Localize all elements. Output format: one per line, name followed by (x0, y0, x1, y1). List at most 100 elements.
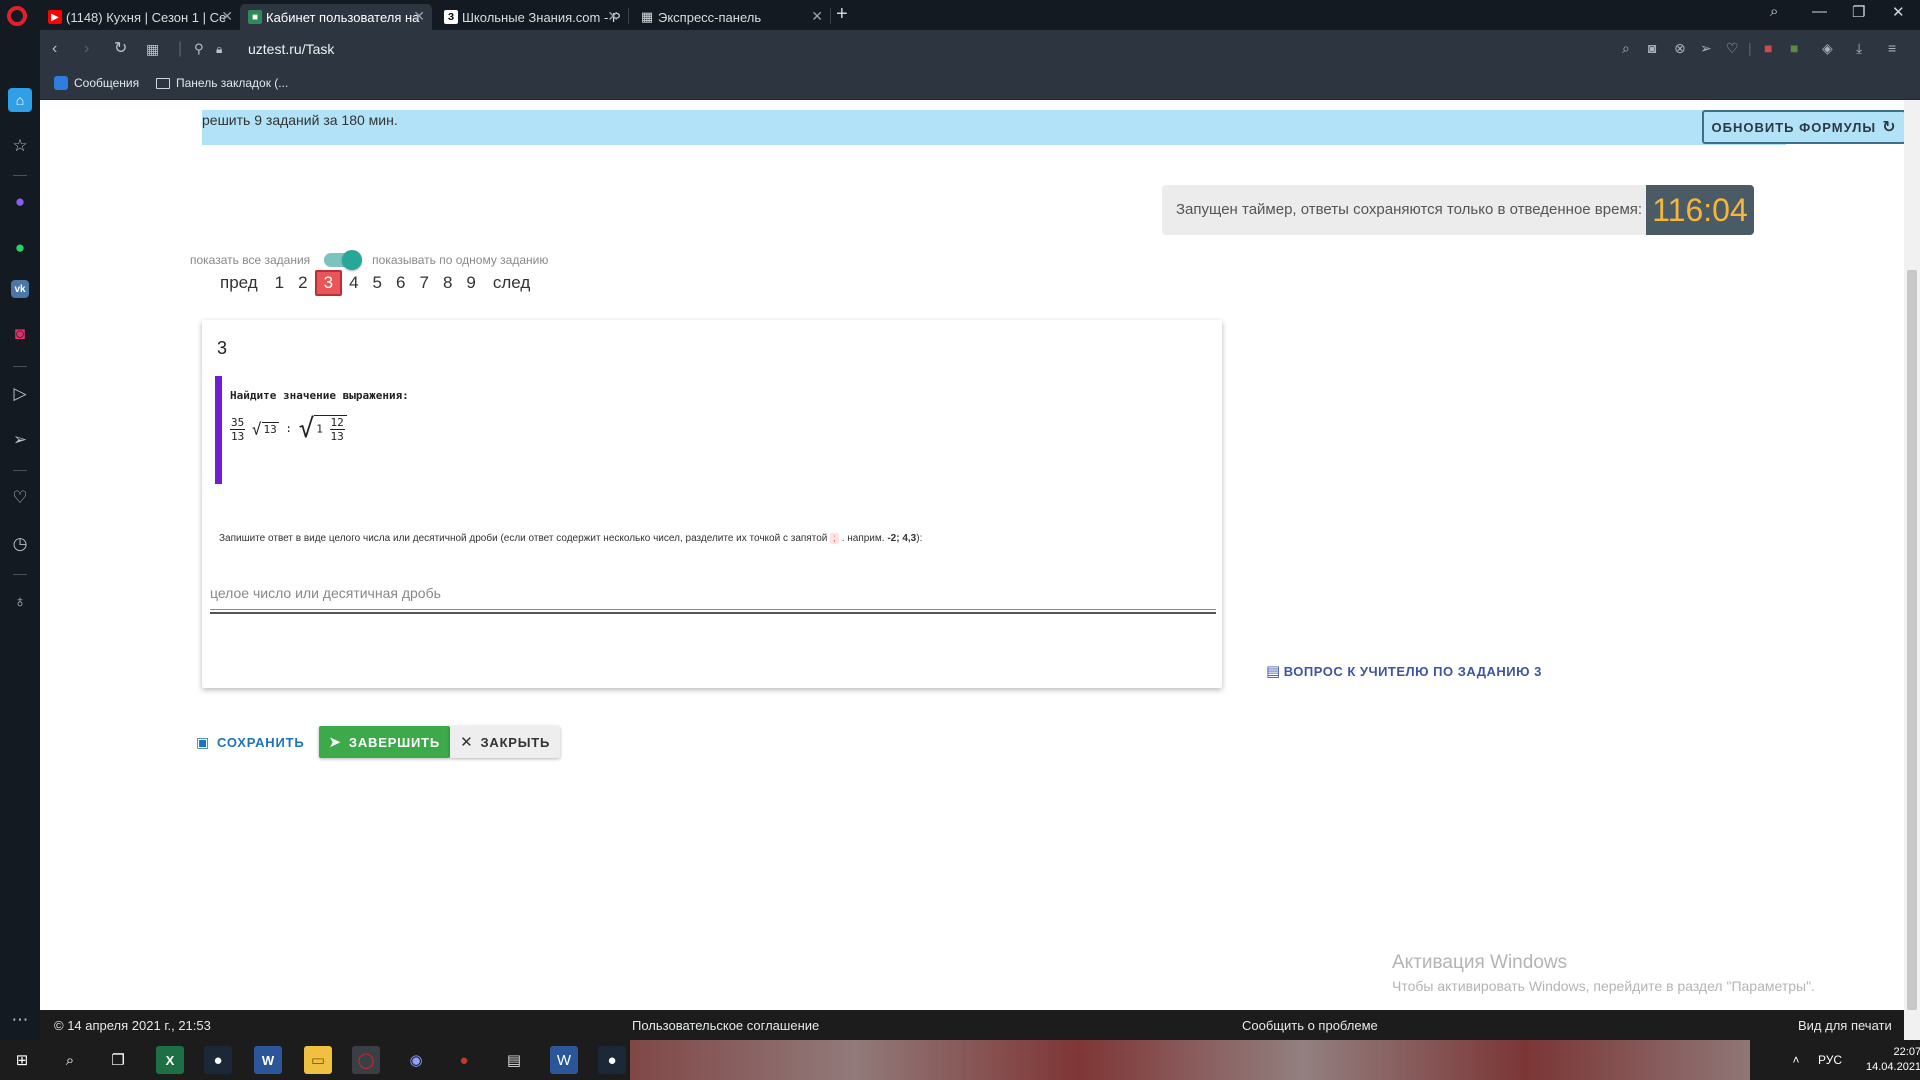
site-info-icon[interactable]: ⚲ (194, 39, 204, 59)
tab-uztest[interactable]: ■ Кабинет пользователя на ✕ (240, 4, 432, 30)
fraction: 12 13 (329, 416, 345, 443)
address-bar[interactable]: uztest.ru/Task (248, 41, 334, 57)
app-icon[interactable]: ▤ (500, 1046, 528, 1074)
download-icon[interactable]: ⤓ (1856, 40, 1862, 57)
save-button[interactable]: ▣ СОХРАНИТЬ (190, 726, 315, 758)
easy-setup-icon[interactable]: ≡ (1888, 40, 1896, 56)
minimize-icon[interactable]: — (1812, 3, 1827, 20)
bookmark-messages[interactable]: Сообщения (54, 76, 139, 90)
lightbulb-icon[interactable]: ♁ (8, 590, 32, 614)
lock-icon[interactable]: 🔒︎ (216, 39, 222, 59)
tabs-grid-icon[interactable]: ▦ (146, 39, 159, 59)
tab-close-icon[interactable]: ✕ (221, 8, 233, 25)
player-icon[interactable]: ▷ (8, 382, 32, 406)
page-footer: © 14 апреля 2021 г., 21:53 Пользовательс… (40, 1010, 1904, 1040)
new-tab-plus-icon[interactable]: + (836, 3, 848, 26)
extension-icon[interactable]: ■ (1764, 40, 1772, 56)
task-formula: 35 13 √ 13 : √ 1 12 13 (230, 414, 347, 444)
forward-icon[interactable]: › (84, 39, 89, 59)
radical-icon: √ (298, 414, 315, 444)
send-icon[interactable]: ➢ (8, 428, 32, 452)
history-icon[interactable]: ◷ (8, 532, 32, 556)
ad-block-icon[interactable]: ⊗ (1674, 40, 1686, 57)
tray-chevron-icon[interactable]: ˄ (1786, 1046, 1806, 1074)
finish-button[interactable]: ➤ ЗАВЕРШИТЬ (318, 726, 451, 758)
heart-icon[interactable]: ♡ (8, 486, 32, 510)
camera-icon[interactable]: ◙ (1648, 40, 1656, 56)
app-icon[interactable]: W (550, 1046, 578, 1074)
mode-toggle[interactable] (324, 250, 363, 270)
whatsapp-icon[interactable]: ● (8, 236, 32, 260)
excel-icon[interactable]: X (156, 1046, 184, 1074)
answer-input[interactable] (210, 576, 1216, 610)
more-icon[interactable]: ⋯ (8, 1008, 32, 1032)
send-icon[interactable]: ➢ (1700, 40, 1712, 57)
discord-icon[interactable]: ◉ (402, 1046, 430, 1074)
pager-page-6[interactable]: 6 (389, 270, 412, 296)
ask-teacher-label: ВОПРОС К УЧИТЕЛЮ ПО ЗАДАНИЮ 3 (1283, 663, 1542, 679)
pager-page-7[interactable]: 7 (412, 270, 435, 296)
steam-icon[interactable]: ● (598, 1046, 626, 1074)
tab-search-icon[interactable]: ⌕ (1770, 3, 1778, 20)
pager-page-5[interactable]: 5 (366, 270, 389, 296)
footer-print-link[interactable]: Вид для печати (1798, 1018, 1892, 1033)
search-icon[interactable]: ⌕ (56, 1046, 84, 1074)
reload-icon[interactable]: ↻ (114, 39, 127, 59)
steam-icon[interactable]: ● (204, 1046, 232, 1074)
close-window-icon[interactable]: ✕ (1892, 3, 1905, 21)
pager-next[interactable]: след (483, 270, 540, 296)
close-icon: ✕ (460, 734, 474, 751)
display-mode-switch: показать все задания показывать по одном… (190, 250, 548, 270)
fraction-numerator: 35 (230, 415, 246, 430)
pager-page-2[interactable]: 2 (291, 270, 314, 296)
speed-dial-icon: ▦ (640, 9, 654, 24)
toolbar-divider: | (1748, 40, 1752, 56)
pager-page-1[interactable]: 1 (268, 270, 291, 296)
search-page-icon[interactable]: ⌕ (1622, 40, 1630, 57)
footer-copyright: © 14 апреля 2021 г., 21:53 (54, 1018, 211, 1033)
pager-page-3-current[interactable]: 3 (314, 270, 343, 296)
refresh-formulas-button[interactable]: ОБНОВИТЬ ФОРМУЛЫ ↻ (1702, 110, 1904, 144)
star-icon[interactable]: ☆ (8, 134, 32, 158)
tab-close-icon[interactable]: ✕ (811, 8, 823, 25)
instagram-icon[interactable]: ◙ (8, 322, 32, 346)
task-statement: Найдите значение выражения: 35 13 √ 13 : … (215, 376, 435, 484)
pager-page-9[interactable]: 9 (459, 270, 482, 296)
word-icon[interactable]: W (254, 1046, 282, 1074)
tab-youtube[interactable]: ▶ (1148) Кухня | Сезон 1 | Се ✕ (40, 4, 240, 30)
windows-start-icon[interactable]: ⊞ (8, 1046, 36, 1074)
footer-report-link[interactable]: Сообщить о проблеме (1242, 1018, 1378, 1033)
vk-icon[interactable]: vk (11, 280, 29, 298)
home-icon[interactable]: ⌂ (8, 88, 32, 112)
footer-agreement-link[interactable]: Пользовательское соглашение (632, 1018, 819, 1033)
timer-panel: Запущен таймер, ответы сохраняются тольк… (1162, 185, 1754, 235)
cube-icon[interactable]: ◈ (1822, 40, 1833, 57)
tray-language[interactable]: РУС (1818, 1053, 1842, 1067)
extension-icon[interactable]: ■ (1790, 40, 1798, 56)
tab-znania[interactable]: З Школьные Знания.com - Р ✕ (436, 4, 626, 30)
sidebar-divider (13, 470, 27, 471)
task-view-icon[interactable]: ❐ (104, 1046, 132, 1074)
page-scrollbar[interactable] (1904, 100, 1920, 1040)
bookmark-folder[interactable]: Панель закладок (... (156, 76, 288, 90)
back-icon[interactable]: ‹ (52, 39, 57, 59)
pager-page-4[interactable]: 4 (342, 270, 365, 296)
opera-icon[interactable]: ◯ (352, 1046, 380, 1074)
tray-clock[interactable]: 22:07 14.04.2021 (1866, 1045, 1920, 1075)
tab-close-icon[interactable]: ✕ (413, 8, 425, 25)
file-explorer-icon[interactable]: ▭ (304, 1046, 332, 1074)
heart-icon[interactable]: ♡ (1726, 40, 1739, 57)
opera-logo-icon[interactable] (7, 6, 27, 26)
app-icon[interactable]: ● (450, 1046, 478, 1074)
restore-icon[interactable]: ❐ (1852, 3, 1865, 21)
hint-separator: ; (830, 533, 839, 544)
messenger-icon[interactable]: ● (8, 190, 32, 214)
pager-page-8[interactable]: 8 (436, 270, 459, 296)
mixed-whole: 1 (316, 422, 323, 436)
tab-close-icon[interactable]: ✕ (607, 8, 619, 25)
scrollbar-thumb[interactable] (1907, 270, 1917, 1010)
tab-speed-dial[interactable]: ▦ Экспресс-панель ✕ (632, 4, 830, 30)
close-button[interactable]: ✕ ЗАКРЫТЬ (450, 726, 561, 758)
pager-prev[interactable]: пред (210, 270, 268, 296)
ask-teacher-link[interactable]: ▤ ВОПРОС К УЧИТЕЛЮ ПО ЗАДАНИЮ 3 (1266, 662, 1542, 680)
